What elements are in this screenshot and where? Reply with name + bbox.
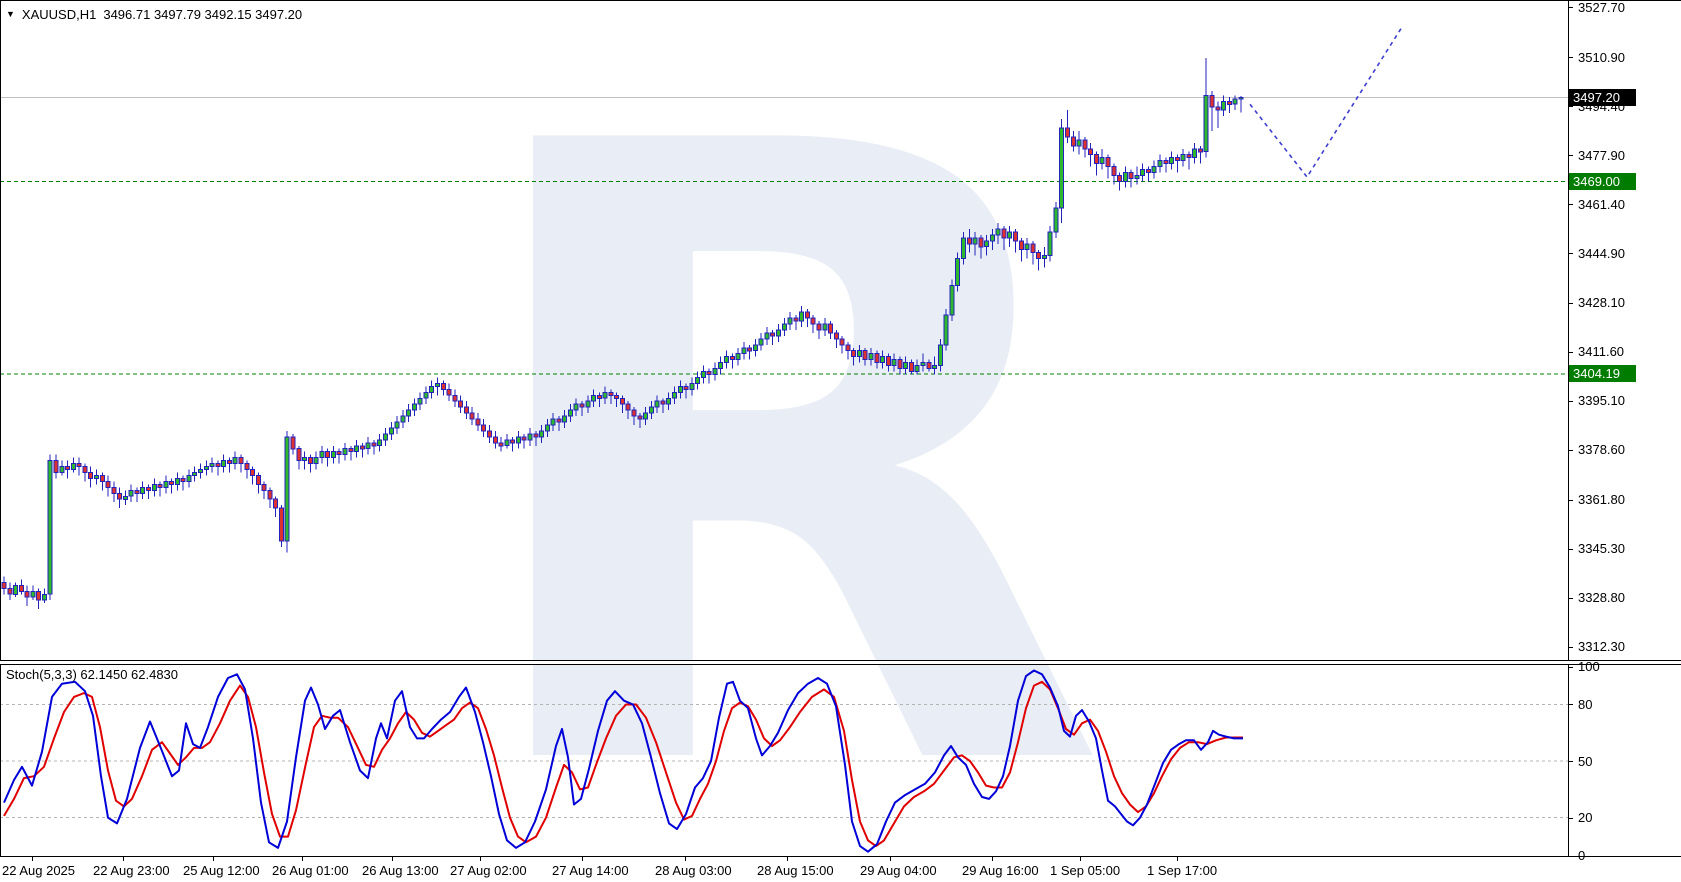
time-tick-label: 29 Aug 16:00 <box>962 863 1039 878</box>
time-tick-label: 22 Aug 2025 <box>2 863 75 878</box>
time-tick <box>582 857 583 861</box>
price-tick <box>1568 155 1573 156</box>
time-tick-label: 27 Aug 02:00 <box>450 863 527 878</box>
price-tick-label: 3428.10 <box>1578 295 1625 310</box>
price-tick-label: 3461.40 <box>1578 197 1625 212</box>
price-tick-label: 3328.80 <box>1578 590 1625 605</box>
stoch-tick <box>1568 667 1573 668</box>
stochastic-levels <box>0 705 1569 818</box>
time-tick <box>32 857 33 861</box>
price-tick <box>1568 647 1573 648</box>
price-tick <box>1568 500 1573 501</box>
time-tick-label: 26 Aug 13:00 <box>362 863 439 878</box>
price-tick <box>1568 549 1573 550</box>
time-tick <box>1177 857 1178 861</box>
stoch-tick-label: 50 <box>1578 754 1592 769</box>
price-tick-label: 3312.30 <box>1578 639 1625 654</box>
time-tick-label: 1 Sep 17:00 <box>1147 863 1217 878</box>
stoch-tick <box>1568 818 1573 819</box>
time-tick <box>992 857 993 861</box>
time-tick <box>480 857 481 861</box>
price-tick <box>1568 57 1573 58</box>
time-tick <box>213 857 214 861</box>
stoch-tick-label: 80 <box>1578 697 1592 712</box>
symbol-timeframe: XAUUSD,H1 <box>22 7 96 22</box>
stochastic-panel[interactable] <box>0 664 1569 856</box>
price-tick-label: 3361.80 <box>1578 492 1625 507</box>
time-tick-label: 25 Aug 12:00 <box>183 863 260 878</box>
price-tick <box>1568 7 1573 8</box>
price-tick <box>1568 253 1573 254</box>
candlesticks <box>2 58 1243 609</box>
stoch-tick <box>1568 856 1573 857</box>
price-tick <box>1568 106 1573 107</box>
time-tick <box>1080 857 1081 861</box>
current-price-badge: 3497.20 <box>1569 89 1636 106</box>
panel-separator[interactable] <box>0 660 1681 665</box>
mt4-chart-window: R ▼ XAUUSD,H1 3496.71 3497.79 3492.15 34… <box>0 0 1681 882</box>
indicator-label: Stoch(5,3,3) 62.1450 62.4830 <box>6 667 178 682</box>
price-tick <box>1568 303 1573 304</box>
time-tick-label: 29 Aug 04:00 <box>860 863 937 878</box>
time-tick-label: 22 Aug 23:00 <box>93 863 170 878</box>
price-tick <box>1568 401 1573 402</box>
time-tick-label: 1 Sep 05:00 <box>1050 863 1120 878</box>
price-tick <box>1568 450 1573 451</box>
chart-header: ▼ XAUUSD,H1 3496.71 3497.79 3492.15 3497… <box>6 7 302 22</box>
stoch-tick-label: 0 <box>1578 848 1585 863</box>
price-tick <box>1568 598 1573 599</box>
time-tick <box>123 857 124 861</box>
time-tick-label: 26 Aug 01:00 <box>272 863 349 878</box>
time-tick <box>302 857 303 861</box>
stoch-tick-label: 100 <box>1578 659 1600 674</box>
time-tick <box>890 857 891 861</box>
price-tick-label: 3378.60 <box>1578 442 1625 457</box>
stoch-tick-label: 20 <box>1578 810 1592 825</box>
price-tick <box>1568 352 1573 353</box>
time-tick <box>392 857 393 861</box>
time-tick <box>787 857 788 861</box>
price-tick-label: 3444.90 <box>1578 246 1625 261</box>
resistance-level-badge: 3469.00 <box>1569 173 1636 190</box>
price-tick-label: 3345.30 <box>1578 541 1625 556</box>
time-tick <box>685 857 686 861</box>
price-tick-label: 3411.60 <box>1578 344 1624 359</box>
time-tick-label: 28 Aug 15:00 <box>757 863 834 878</box>
stoch-tick <box>1568 704 1573 705</box>
price-tick-label: 3395.10 <box>1578 393 1625 408</box>
ohlc-readout: 3496.71 3497.79 3492.15 3497.20 <box>103 7 302 22</box>
stoch-tick <box>1568 761 1573 762</box>
price-tick <box>1568 204 1573 205</box>
price-tick-label: 3510.90 <box>1578 50 1625 65</box>
symbol-dropdown-icon[interactable]: ▼ <box>6 8 15 21</box>
price-chart-area[interactable] <box>0 0 1569 660</box>
price-tick-label: 3527.70 <box>1578 0 1625 15</box>
price-tick-label: 3477.90 <box>1578 148 1625 163</box>
time-tick-label: 28 Aug 03:00 <box>655 863 732 878</box>
forecast-projection-line[interactable] <box>1250 26 1403 178</box>
time-tick-label: 27 Aug 14:00 <box>552 863 629 878</box>
support-level-badge: 3404.19 <box>1569 365 1636 382</box>
